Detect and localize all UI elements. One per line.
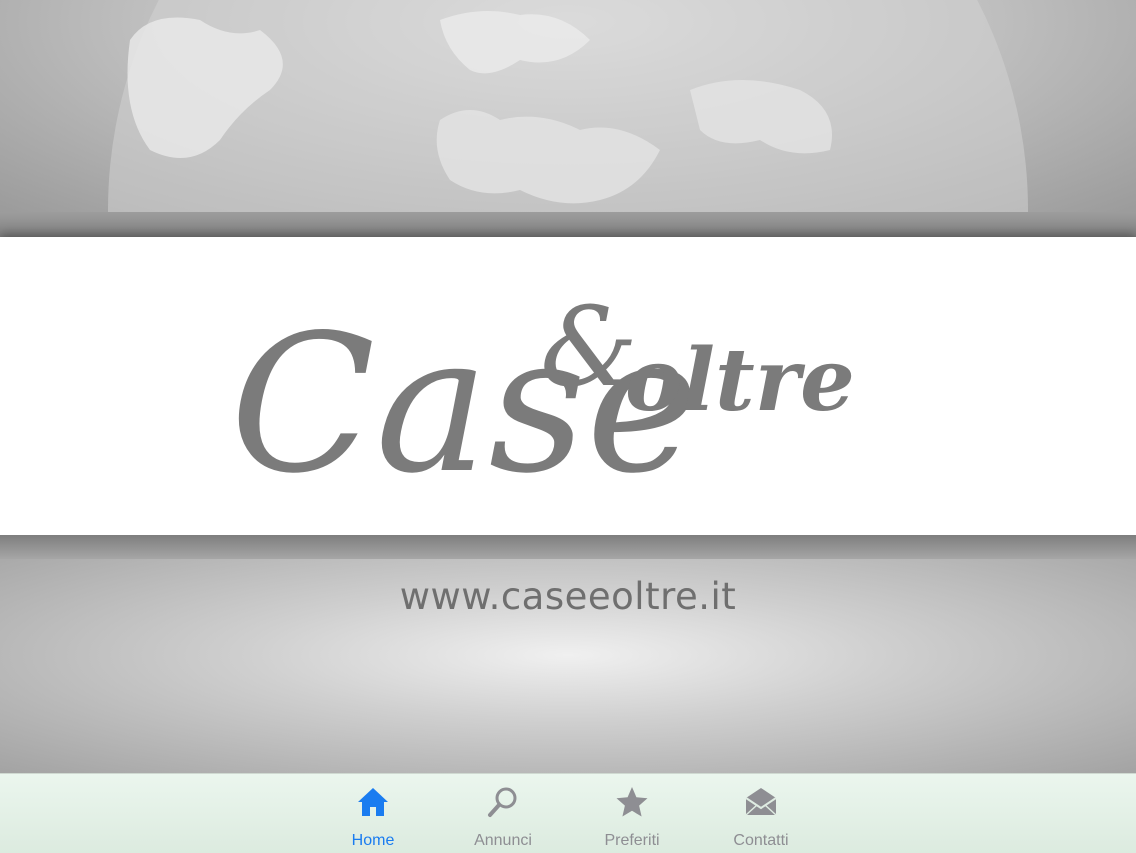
tab-bar: Home Annunci Preferiti Contatti xyxy=(0,773,1136,853)
envelope-icon xyxy=(745,788,777,816)
tab-annunci-label: Annunci xyxy=(474,832,532,849)
house-icon xyxy=(358,788,388,816)
bottom-band-shadow xyxy=(0,535,1136,559)
logo-ampersand: & xyxy=(540,283,638,411)
tab-annunci[interactable]: Annunci xyxy=(448,784,558,850)
star-icon xyxy=(616,787,648,817)
magnifier-icon xyxy=(488,787,517,817)
globe-background xyxy=(0,0,1136,218)
tab-contatti[interactable]: Contatti xyxy=(706,784,816,850)
tab-contatti-label: Contatti xyxy=(733,832,789,849)
case-oltre-logo: Case & oltre xyxy=(230,283,855,515)
tab-preferiti[interactable]: Preferiti xyxy=(577,784,687,850)
tab-preferiti-label: Preferiti xyxy=(604,832,660,849)
world-map-illustration xyxy=(108,0,1028,218)
website-url: www.caseeoltre.it xyxy=(399,575,737,618)
tab-home[interactable]: Home xyxy=(318,784,428,850)
tab-home-label: Home xyxy=(351,832,395,849)
top-band-shadow xyxy=(0,212,1136,238)
logo-word-oltre: oltre xyxy=(625,330,855,431)
